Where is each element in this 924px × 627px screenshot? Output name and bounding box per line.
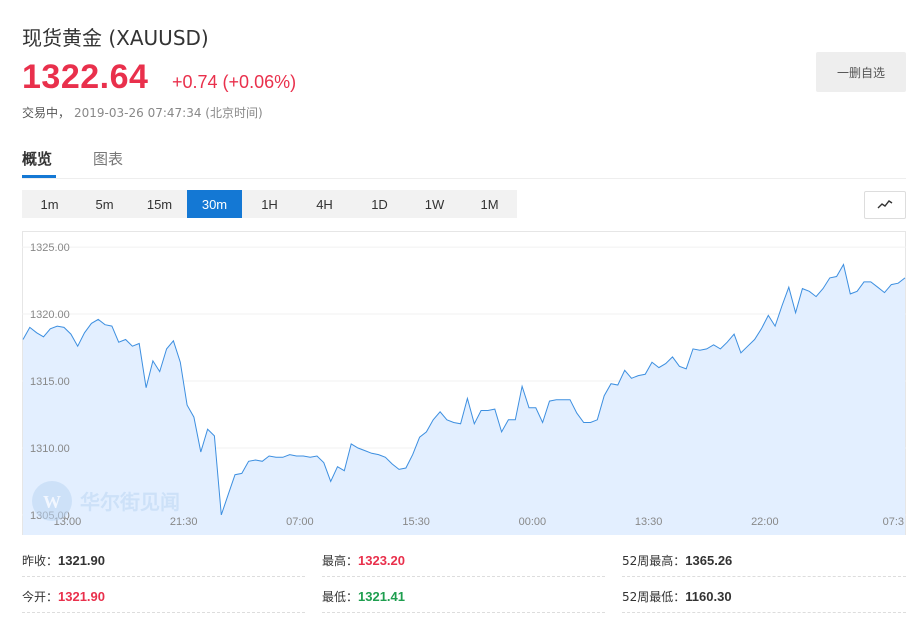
- current-price: 1322.64: [22, 58, 149, 96]
- y-tick-label: 1325.00: [30, 242, 70, 254]
- period-1mo-button[interactable]: 1M: [462, 190, 517, 218]
- watermark-text: 华尔街见闻: [80, 490, 180, 514]
- stat-label: 今开：: [22, 589, 59, 604]
- stat-value: 1160.30: [685, 588, 732, 604]
- stat-value: 1321.41: [358, 588, 406, 604]
- stat-52w-high: 52周最高： 1365.26: [622, 544, 906, 577]
- stat-label: 昨收：: [22, 553, 59, 568]
- stat-open: 今开： 1321.90: [22, 580, 305, 613]
- instrument-symbol: (XAUUSD): [108, 26, 209, 50]
- x-tick-label: 07:00: [286, 516, 314, 528]
- period-selector: 1m 5m 15m 30m 1H 4H 1D 1W 1M: [22, 190, 517, 218]
- stat-label: 52周最高：: [622, 553, 686, 568]
- x-tick-label: 21:30: [170, 516, 198, 528]
- stat-prev-close: 昨收： 1321.90: [22, 544, 305, 577]
- period-1w-button[interactable]: 1W: [407, 190, 462, 218]
- stat-low: 最低： 1321.41: [322, 580, 605, 613]
- x-tick-label: 00:00: [519, 516, 547, 528]
- trading-status: 交易中， 2019-03-26 07:47:34 (北京时间): [22, 104, 263, 121]
- active-tab-indicator: [22, 175, 56, 178]
- tab-bar: 概览 图表: [22, 144, 906, 179]
- y-tick-label: 1315.00: [30, 376, 70, 388]
- price-chart: 1325.001320.001315.001310.001305.00 13:0…: [22, 231, 906, 535]
- stat-label: 最低：: [322, 589, 359, 604]
- line-chart-icon: [877, 200, 893, 209]
- period-1m-button[interactable]: 1m: [22, 190, 77, 218]
- tab-overview[interactable]: 概览: [22, 148, 52, 169]
- stat-label: 52周最低：: [622, 589, 686, 604]
- y-tick-label: 1310.00: [30, 443, 70, 455]
- stat-label: 最高：: [322, 553, 359, 568]
- stat-high: 最高： 1323.20: [322, 544, 605, 577]
- x-tick-label: 07:3: [883, 516, 904, 528]
- trading-status-label: 交易中，: [22, 106, 71, 120]
- stat-value: 1323.20: [358, 552, 406, 568]
- period-5m-button[interactable]: 5m: [77, 190, 132, 218]
- x-tick-label: 22:00: [751, 516, 779, 528]
- stat-value: 1321.90: [58, 552, 106, 568]
- watermark-logo-letter: W: [43, 492, 61, 512]
- period-1d-button[interactable]: 1D: [352, 190, 407, 218]
- stat-value: 1365.26: [685, 552, 733, 568]
- x-tick-label: 13:30: [635, 516, 663, 528]
- instrument-name: 现货黄金: [22, 26, 102, 50]
- tab-chart[interactable]: 图表: [93, 148, 123, 169]
- x-tick-label: 15:30: [402, 516, 430, 528]
- stat-value: 1321.90: [58, 588, 106, 604]
- chart-type-button[interactable]: [864, 191, 906, 219]
- period-30m-button[interactable]: 30m: [187, 190, 242, 218]
- y-tick-label: 1320.00: [30, 309, 70, 321]
- quote-timestamp: 2019-03-26 07:47:34 (北京时间): [74, 106, 263, 120]
- stat-52w-low: 52周最低： 1160.30: [622, 580, 906, 613]
- period-4h-button[interactable]: 4H: [297, 190, 352, 218]
- chart-svg: 1325.001320.001315.001310.001305.00 13:0…: [22, 231, 906, 535]
- period-15m-button[interactable]: 15m: [132, 190, 187, 218]
- period-1h-button[interactable]: 1H: [242, 190, 297, 218]
- price-change: +0.74 (+0.06%): [172, 72, 297, 92]
- instrument-title: 现货黄金 (XAUUSD): [22, 22, 209, 51]
- remove-watchlist-button[interactable]: 一删自选: [816, 52, 906, 92]
